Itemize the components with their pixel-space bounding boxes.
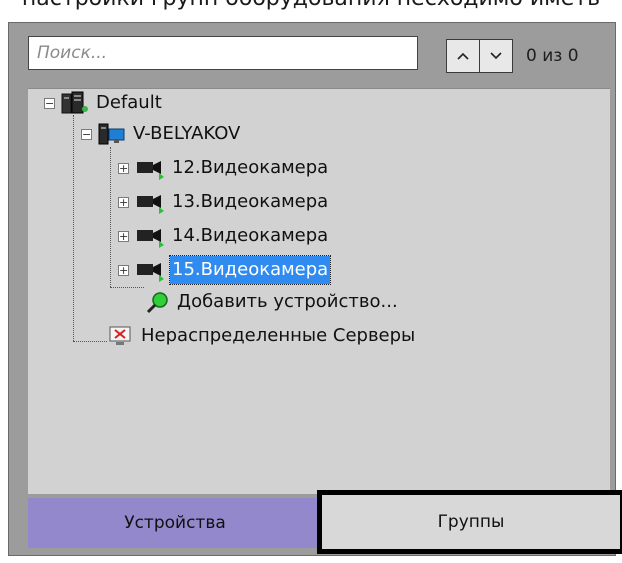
tree-line xyxy=(73,115,74,341)
server-monitor-icon xyxy=(98,123,125,145)
tree-node-server[interactable]: − V-BELYAKOV xyxy=(81,120,242,148)
equipment-panel: 0 из 0 − Default − xyxy=(8,22,622,556)
magnifier-icon xyxy=(146,292,168,314)
collapse-icon[interactable]: − xyxy=(44,97,55,109)
tree-label: Добавить устройство... xyxy=(177,291,398,312)
search-counter: 0 из 0 xyxy=(526,46,579,66)
tree-label: Default xyxy=(96,92,162,113)
tree-node-root[interactable]: − Default xyxy=(44,89,164,117)
search-next-button[interactable] xyxy=(479,39,513,73)
expand-icon[interactable]: + xyxy=(118,264,129,276)
tree-node-unassigned[interactable]: Нераспределенные Серверы xyxy=(108,322,417,350)
tree-line xyxy=(73,341,107,342)
tree-node-camera[interactable]: + 13.Видеокамера xyxy=(118,188,330,216)
chevron-down-icon xyxy=(490,52,502,60)
tree-label: V-BELYAKOV xyxy=(133,123,241,144)
tab-groups[interactable]: Группы xyxy=(317,490,622,554)
tree-node-add-device[interactable]: Добавить устройство... xyxy=(146,288,400,316)
tree-node-camera[interactable]: + 12.Видеокамера xyxy=(118,154,330,182)
tree-node-camera[interactable]: + 14.Видеокамера xyxy=(118,222,330,250)
tree-label: 15.Видеокамера xyxy=(168,255,332,285)
camera-icon xyxy=(137,229,164,248)
expand-icon[interactable]: + xyxy=(118,230,129,242)
tree-node-camera-selected[interactable]: + 15.Видеокамера xyxy=(118,255,332,285)
camera-icon xyxy=(137,263,164,282)
tree-label: 13.Видеокамера xyxy=(172,191,329,212)
tab-devices[interactable]: Устройства xyxy=(28,498,322,548)
tab-bar: Устройства Группы xyxy=(28,490,622,554)
expand-icon[interactable]: + xyxy=(118,196,129,208)
server-group-icon xyxy=(61,91,88,114)
search-prev-button[interactable] xyxy=(446,39,480,73)
camera-icon xyxy=(137,195,164,214)
tree-label: 14.Видеокамера xyxy=(172,225,329,246)
expand-icon[interactable]: + xyxy=(118,162,129,174)
page-caption: настройки групп оборудования несходимо и… xyxy=(0,0,622,12)
tree-label: 12.Видеокамера xyxy=(172,157,329,178)
camera-icon xyxy=(137,161,164,180)
tree-label: Нераспределенные Серверы xyxy=(141,325,416,346)
monitor-icon xyxy=(109,326,131,345)
chevron-up-icon xyxy=(457,52,469,60)
tree-line xyxy=(110,287,144,288)
search-row: 0 из 0 xyxy=(28,36,610,76)
tree-line xyxy=(110,147,111,287)
collapse-icon[interactable]: − xyxy=(81,128,92,140)
device-tree: − Default − V-BELYAKOV + 12.Видеокамера … xyxy=(28,88,610,494)
search-input[interactable] xyxy=(28,36,418,70)
